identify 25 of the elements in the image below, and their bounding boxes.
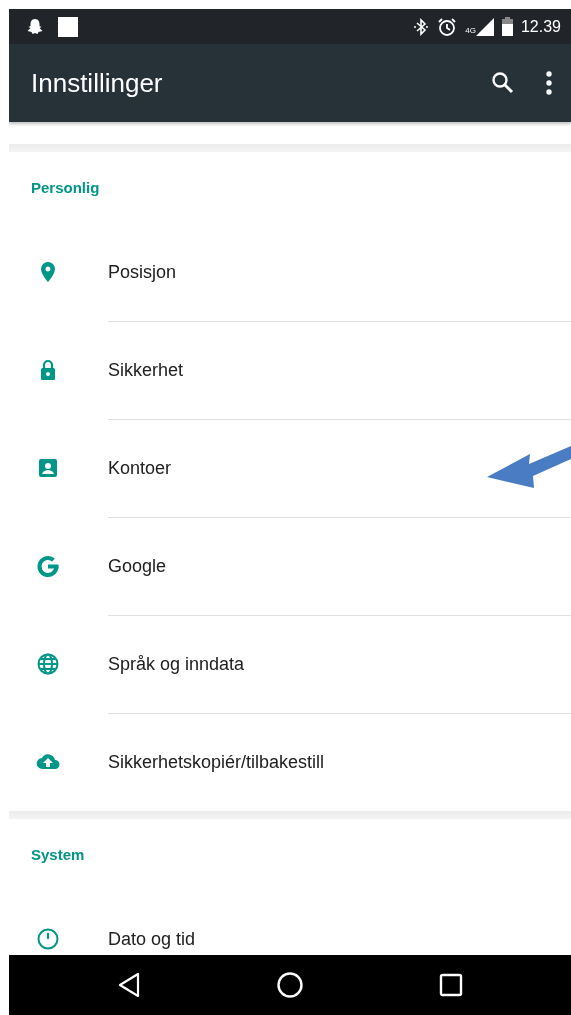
settings-item[interactable]: Sikkerhet [9,321,571,419]
battery-icon [501,17,513,36]
google-icon [36,554,60,578]
app-title: Innstillinger [31,67,163,99]
settings-item[interactable]: Posisjon [9,223,571,321]
section-header: System [31,846,85,863]
image-icon [58,16,78,37]
bluetooth-icon [413,17,430,36]
clock-icon [36,927,60,951]
clock-time: 12.39 [520,17,561,36]
contact-card-icon [36,456,60,480]
settings-item[interactable]: Språk og inndata [9,615,571,713]
network-type-label: 4G [465,25,476,35]
recent-apps-button[interactable] [439,973,464,997]
signal-icon [475,17,494,36]
settings-item[interactable]: Google [9,517,571,615]
home-button[interactable] [276,971,304,999]
ghost-icon [26,17,44,36]
alarm-clock-icon [437,16,458,37]
search-icon[interactable] [491,71,515,95]
more-options-icon[interactable] [545,71,553,95]
globe-icon [36,652,60,676]
back-button[interactable] [116,972,141,998]
section-header: Personlig [31,179,100,196]
settings-item[interactable]: Dato og tid [9,890,571,955]
